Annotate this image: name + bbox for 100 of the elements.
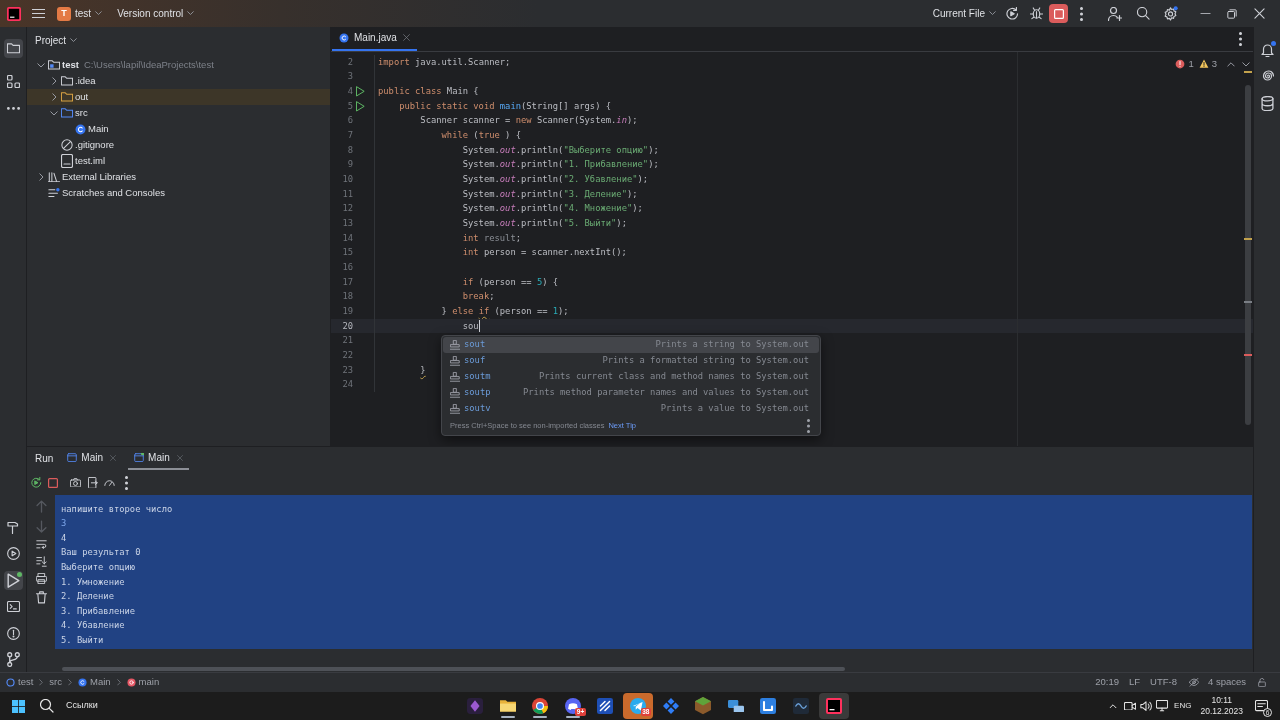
run-tab[interactable]: Main [61,447,123,470]
project-selector[interactable]: T test [57,3,103,24]
printer-icon[interactable] [35,573,47,585]
gauge-icon[interactable] [104,478,115,487]
start-icon[interactable] [12,699,25,713]
monitor-icon[interactable] [1156,700,1169,712]
warning-count[interactable]: 3 [1211,57,1217,72]
breadcrumb[interactable]: test [6,675,34,690]
code-line: public static void main(String[] args) { [399,99,612,113]
chevron-icon [68,679,72,686]
line-number: 19 [342,304,353,318]
code-line: sou [462,319,479,333]
tree-item[interactable]: External Libraries [27,169,330,185]
square-logo-icon [825,698,842,714]
line-separator[interactable]: LF [1126,675,1143,690]
running-indicator [565,716,580,718]
menu-icon[interactable] [32,9,45,18]
slashed-circle-icon [61,139,73,151]
error-stripe [1244,354,1252,356]
scroll-to-end-icon[interactable] [35,555,47,567]
console-line: 4 [61,531,67,545]
chevron-icon [37,62,45,68]
breadcrumb[interactable]: main [126,675,160,690]
method-icon [126,678,136,687]
editor-tab[interactable]: Main.java [332,27,417,51]
taskbar-search[interactable]: Ссылки [40,699,98,713]
code-line: System.out.println("1. Прибавление"); [462,158,659,172]
tree-item[interactable]: src [27,105,330,121]
warning-stripe [1244,238,1252,240]
line-number: 2 [347,55,353,69]
folder-icon [61,92,73,102]
code-line: int person = scanner.nextInt(); [462,246,627,260]
chevron-up-icon[interactable] [1227,61,1235,67]
video-camera-icon[interactable] [1124,701,1137,711]
breadcrumb[interactable]: src [49,675,62,690]
completion-description: Prints a value to System.out [660,402,809,416]
clock-time[interactable]: 10:11 [1211,695,1233,706]
code-line: int result; [462,231,521,245]
folder-icon [48,60,60,70]
scrollbar-thumb[interactable] [1245,85,1251,425]
tree-item[interactable]: Main [27,121,330,137]
more-icon[interactable] [1079,6,1083,21]
more-icon[interactable] [1239,31,1242,46]
stamp-icon [450,388,460,398]
tree-item[interactable]: test C:\Users\lapil\IdeaProjects\test [27,57,330,73]
restore-icon[interactable] [1227,8,1237,19]
panel-title[interactable]: Project [35,32,78,48]
breadcrumb[interactable]: Main [78,675,111,690]
bug-icon[interactable] [1029,7,1043,20]
soft-wrap-icon[interactable] [35,539,47,549]
cube-icon [695,697,712,715]
run-icon[interactable] [356,86,365,97]
stamp-icon [450,372,460,382]
completion-item[interactable]: souf Prints a formatted string to System.out [443,353,819,369]
search-icon[interactable] [1136,7,1150,20]
eye-slash-icon[interactable] [1188,678,1199,687]
search-icon [40,699,54,713]
tree-item[interactable]: Scratches and Consoles [27,185,330,201]
tool-window-button[interactable] [3,570,23,590]
run-config-selector[interactable]: Current File [932,3,996,24]
language-indicator[interactable]: ENG [1174,700,1192,712]
settings-icon[interactable] [1162,6,1178,21]
line-number: 11 [342,187,353,201]
tree-item[interactable]: .idea [27,73,330,89]
more-icon[interactable] [807,419,810,433]
notification-icon[interactable] [1255,699,1268,713]
tree-item[interactable]: .gitignore [27,137,330,153]
code-line: } else if (person == 1); [441,304,569,318]
indent-setting[interactable]: 4 spaces [1205,675,1248,690]
error-count[interactable]: 1 [1188,57,1194,72]
rerun-icon[interactable] [1005,6,1019,21]
caret-position[interactable]: 20:19 [1093,675,1121,690]
class-icon [74,123,86,135]
completion-item[interactable]: soutp Prints method parameter names and values to System.out [443,385,819,401]
lock-icon[interactable] [1258,677,1266,688]
run-icon[interactable] [356,101,365,112]
chevron-icon [70,37,78,43]
code-line: System.out.println("Выберите опцию"); [462,143,659,157]
run-tab[interactable]: Main [128,447,189,470]
tool-window-button[interactable] [3,39,23,58]
add-user-icon[interactable] [1108,6,1122,21]
database-icon [1260,95,1274,112]
chevron-down-icon[interactable] [1242,61,1250,67]
vcs-menu[interactable]: Version control [117,3,195,24]
trash-icon[interactable] [35,590,47,604]
rerun-icon[interactable] [31,476,42,489]
tree-item[interactable]: out [27,89,330,105]
minimize-icon[interactable] [1199,12,1211,15]
speaker-icon[interactable] [1140,700,1153,712]
file-encoding[interactable]: UTF-8 [1148,675,1179,690]
clock-date[interactable]: 20.12.2023 [1200,706,1243,717]
more-icon[interactable] [125,475,128,490]
completion-item[interactable]: soutv Prints a value to System.out [443,401,819,417]
panel-title: Run [35,452,54,466]
tree-item[interactable]: test.iml [27,153,330,169]
completion-item[interactable]: soutm Prints current class and method names to System.out [443,369,819,385]
camera-icon[interactable] [70,477,81,488]
exit-icon[interactable] [88,476,98,489]
stop-button[interactable] [1049,4,1068,23]
stop-icon[interactable] [48,477,58,488]
